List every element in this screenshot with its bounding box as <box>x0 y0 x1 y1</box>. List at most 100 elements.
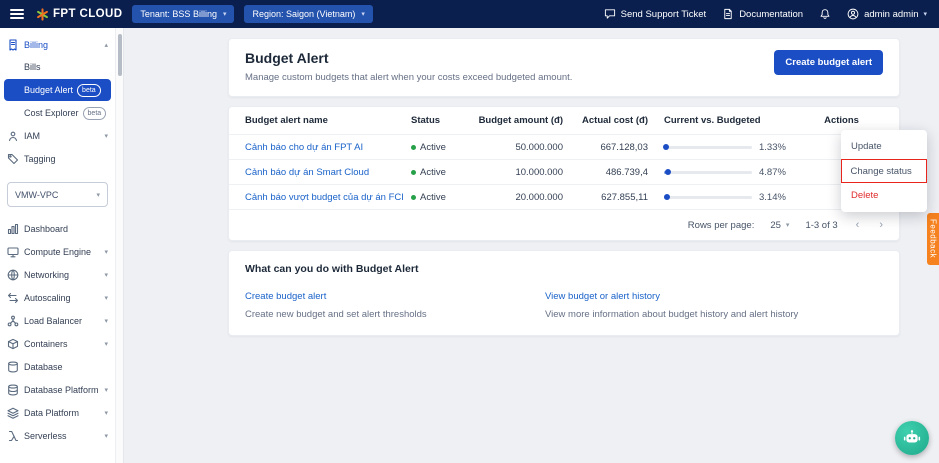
notifications-bell-icon[interactable] <box>819 8 831 20</box>
progress-fill <box>664 196 667 199</box>
progress-percent: 3.14% <box>759 192 786 203</box>
menu-item-delete[interactable]: Delete <box>841 183 927 208</box>
sidebar-item-data-platform[interactable]: Data Platform ▾ <box>0 401 115 424</box>
budget-amount-value: 50.000.000 <box>471 142 563 153</box>
sidebar-item-billing[interactable]: Billing ▴ <box>0 33 115 56</box>
dashboard-icon <box>7 223 19 235</box>
feedback-tab[interactable]: Feedback <box>927 213 939 265</box>
brand-text: FPT CLOUD <box>53 8 122 20</box>
budget-alert-table-card: Budget alert name Status Budget amount (… <box>228 106 900 241</box>
status-cell: Active <box>411 142 471 153</box>
chevron-down-icon: ▾ <box>923 10 927 18</box>
active-status-dot-icon <box>411 195 416 200</box>
create-budget-alert-link[interactable]: Create budget alert <box>245 291 326 302</box>
sidebar-label: Tagging <box>24 154 56 164</box>
sidebar-label: Bills <box>24 62 41 72</box>
table-row: Cảnh báo vượt budget của dự án FCI Activ… <box>229 185 899 210</box>
progress-dot-icon <box>665 169 671 175</box>
chevron-down-icon: ▾ <box>104 432 108 440</box>
sidebar-item-load-balancer[interactable]: Load Balancer ▾ <box>0 309 115 332</box>
sidebar-item-dashboard[interactable]: Dashboard <box>0 217 115 240</box>
progress-fill <box>664 171 668 174</box>
documentation-link[interactable]: Documentation <box>722 8 803 20</box>
chevron-down-icon: ▾ <box>104 340 108 348</box>
hamburger-menu-icon[interactable] <box>10 9 24 19</box>
chevron-down-icon: ▾ <box>104 386 108 394</box>
menu-item-update[interactable]: Update <box>841 134 927 159</box>
budget-alert-name-link[interactable]: Cảnh báo cho dự án FPT AI <box>245 142 411 153</box>
region-label: Region: Saigon (Vietnam) <box>252 9 355 19</box>
containers-box-icon <box>7 338 19 350</box>
progress-dot-icon <box>663 144 669 150</box>
sidebar-label: Billing <box>24 40 48 50</box>
fpt-cloud-console: FPT CLOUD Tenant: BSS Billing ▾ Region: … <box>0 0 939 463</box>
sidebar-item-tagging[interactable]: Tagging <box>0 147 115 170</box>
vpc-selector[interactable]: VMW-VPC ▾ <box>7 182 108 207</box>
sidebar-scrollbar[interactable] <box>115 28 124 463</box>
sidebar-item-compute-engine[interactable]: Compute Engine ▾ <box>0 240 115 263</box>
rows-per-page-select[interactable]: 25 ▾ <box>770 220 789 231</box>
main-area: Budget Alert Manage custom budgets that … <box>124 28 939 463</box>
serverless-lambda-icon <box>7 430 19 442</box>
support-ticket-icon <box>604 8 616 20</box>
sidebar-item-containers[interactable]: Containers ▾ <box>0 332 115 355</box>
sidebar-item-iam[interactable]: IAM ▾ <box>0 124 115 147</box>
tag-icon <box>7 153 19 165</box>
budget-amount-value: 20.000.000 <box>471 192 563 203</box>
sidebar-item-networking[interactable]: Networking ▾ <box>0 263 115 286</box>
tenant-label: Tenant: BSS Billing <box>140 9 217 19</box>
vpc-selected-value: VMW-VPC <box>15 190 58 200</box>
tenant-selector[interactable]: Tenant: BSS Billing ▾ <box>132 5 234 23</box>
menu-item-change-status[interactable]: Change status <box>841 159 927 183</box>
page-header-card: Budget Alert Manage custom budgets that … <box>228 38 900 97</box>
sidebar-label: Budget Alert <box>24 85 73 95</box>
previous-page-button[interactable]: ‹ <box>854 219 862 231</box>
progress-cell: 4.87% <box>648 167 800 178</box>
sidebar-item-database-platform[interactable]: Database Platform ▾ <box>0 378 115 401</box>
info-column: View budget or alert history View more i… <box>545 286 845 320</box>
actual-cost-value: 627.855,11 <box>563 192 648 203</box>
user-name: admin admin <box>864 9 918 20</box>
sidebar-item-bills[interactable]: Bills <box>0 56 115 78</box>
user-avatar-icon <box>847 8 859 20</box>
page-header-text: Budget Alert Manage custom budgets that … <box>245 50 572 83</box>
active-status-dot-icon <box>411 145 416 150</box>
fpt-cloud-logo[interactable]: FPT CLOUD <box>36 8 122 21</box>
budget-alert-name-link[interactable]: Cảnh báo vượt budget của dự án FCI <box>245 192 411 203</box>
status-cell: Active <box>411 192 471 203</box>
sidebar: Billing ▴ Bills Budget Alert beta Cost E… <box>0 28 115 463</box>
region-selector[interactable]: Region: Saigon (Vietnam) ▾ <box>244 5 372 23</box>
info-link-description: View more information about budget histo… <box>545 309 845 320</box>
sidebar-item-database[interactable]: Database <box>0 355 115 378</box>
budget-alert-name-link[interactable]: Cảnh báo dự án Smart Cloud <box>245 167 411 178</box>
chatbot-assistant-button[interactable] <box>895 421 929 455</box>
database-icon <box>7 361 19 373</box>
sidebar-label: Dashboard <box>24 224 68 234</box>
chevron-down-icon: ▾ <box>223 10 227 18</box>
table-row: Cảnh báo dự án Smart Cloud Active 10.000… <box>229 160 899 185</box>
sidebar-item-cost-explorer[interactable]: Cost Explorer beta <box>0 102 115 124</box>
column-header-actual: Actual cost (đ) <box>563 115 648 126</box>
autoscaling-icon <box>7 292 19 304</box>
view-budget-history-link[interactable]: View budget or alert history <box>545 291 660 302</box>
sidebar-item-budget-alert[interactable]: Budget Alert beta <box>4 79 111 101</box>
sidebar-item-serverless[interactable]: Serverless ▾ <box>0 424 115 447</box>
top-bar: FPT CLOUD Tenant: BSS Billing ▾ Region: … <box>0 0 939 28</box>
sidebar-scrollbar-thumb[interactable] <box>118 34 122 76</box>
column-header-actions: Actions <box>800 115 883 126</box>
next-page-button[interactable]: › <box>877 219 885 231</box>
pagination-range: 1-3 of 3 <box>805 220 837 231</box>
create-budget-alert-button[interactable]: Create budget alert <box>774 50 883 75</box>
actual-cost-value: 486.739,4 <box>563 167 648 178</box>
column-header-status: Status <box>411 115 471 126</box>
progress-percent: 4.87% <box>759 167 786 178</box>
sidebar-label: Cost Explorer <box>24 108 79 118</box>
user-menu[interactable]: admin admin ▾ <box>847 8 927 20</box>
fpt-logo-star-icon <box>36 8 49 21</box>
sidebar-item-autoscaling[interactable]: Autoscaling ▾ <box>0 286 115 309</box>
column-header-name: Budget alert name <box>245 115 411 126</box>
table-row: Cảnh báo cho dự án FPT AI Active 50.000.… <box>229 135 899 160</box>
send-support-ticket-link[interactable]: Send Support Ticket <box>604 8 707 20</box>
content-column: Budget Alert Manage custom budgets that … <box>228 38 900 336</box>
beta-badge: beta <box>83 107 107 120</box>
